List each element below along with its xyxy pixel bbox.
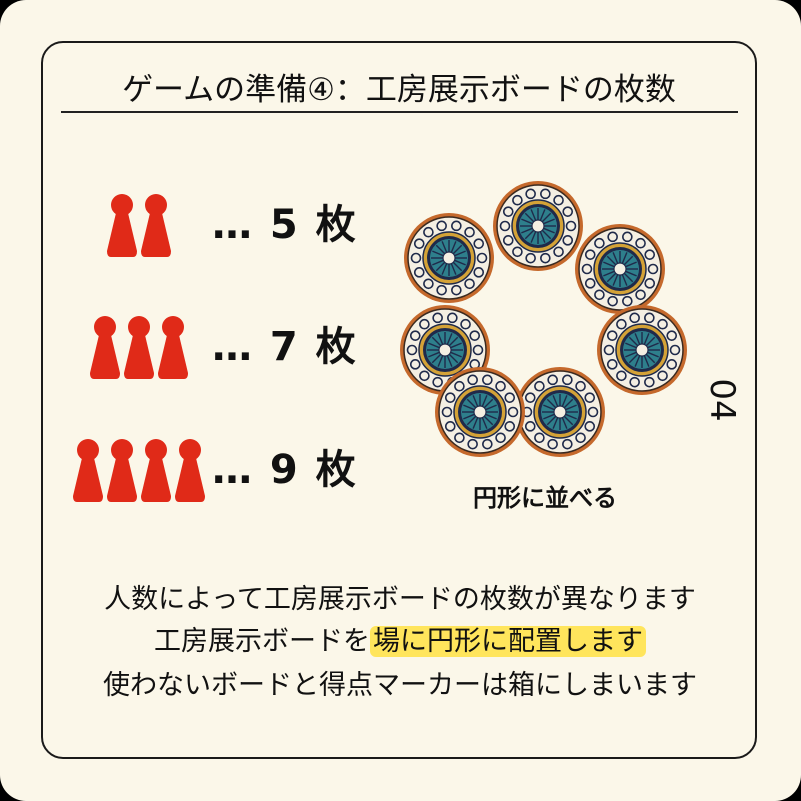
player-row-2: … 5 枚 [0, 185, 380, 265]
exhibit-board-tile [515, 367, 605, 457]
title-underline [61, 111, 738, 113]
tile-count-label: … 7 枚 [212, 324, 358, 370]
tile-count-label: … 5 枚 [212, 202, 358, 248]
circle-caption: 円形に並べる [473, 484, 617, 512]
exhibit-board-tile [575, 224, 665, 314]
pawn-icon [158, 316, 188, 379]
description-line-1: 人数によって工房展示ボードの枚数が異なります [104, 584, 696, 615]
pawn-icon [107, 439, 137, 502]
tile-count-label: … 9 枚 [212, 447, 358, 493]
description-line-2: 工房展示ボードを 場に円形に配置します [60, 620, 740, 664]
page-number: 04 [702, 378, 742, 422]
pawn-group-2 [107, 185, 171, 265]
description-line-2-prefix: 工房展示ボードを [154, 626, 370, 657]
tile-circle-illustration [400, 181, 687, 457]
pawn-icon [141, 194, 171, 257]
description-line-3: 使わないボードと得点マーカーは箱にしまいます [103, 670, 697, 701]
pawn-icon [124, 316, 154, 379]
exhibit-board-tile [404, 213, 494, 303]
pawn-icon [141, 439, 171, 502]
pawn-icon [107, 194, 137, 257]
pawn-icon [90, 316, 120, 379]
exhibit-board-tile [597, 305, 687, 395]
pawn-group-4 [73, 430, 205, 510]
pawn-icon [73, 439, 103, 502]
pawn-group-3 [90, 307, 188, 387]
highlighted-instruction: 場に円形に配置します [370, 626, 646, 657]
setup-page: ゲームの準備④：工房展示ボードの枚数 … 5 枚 … 7 枚 … 9 枚 円形に… [0, 0, 801, 801]
page-title: ゲームの準備④：工房展示ボードの枚数 [122, 72, 676, 108]
pawn-icon [175, 439, 205, 502]
player-row-4: … 9 枚 [0, 430, 380, 510]
player-row-3: … 7 枚 [0, 307, 380, 387]
exhibit-board-tile [493, 181, 583, 271]
exhibit-board-tile [435, 367, 525, 457]
